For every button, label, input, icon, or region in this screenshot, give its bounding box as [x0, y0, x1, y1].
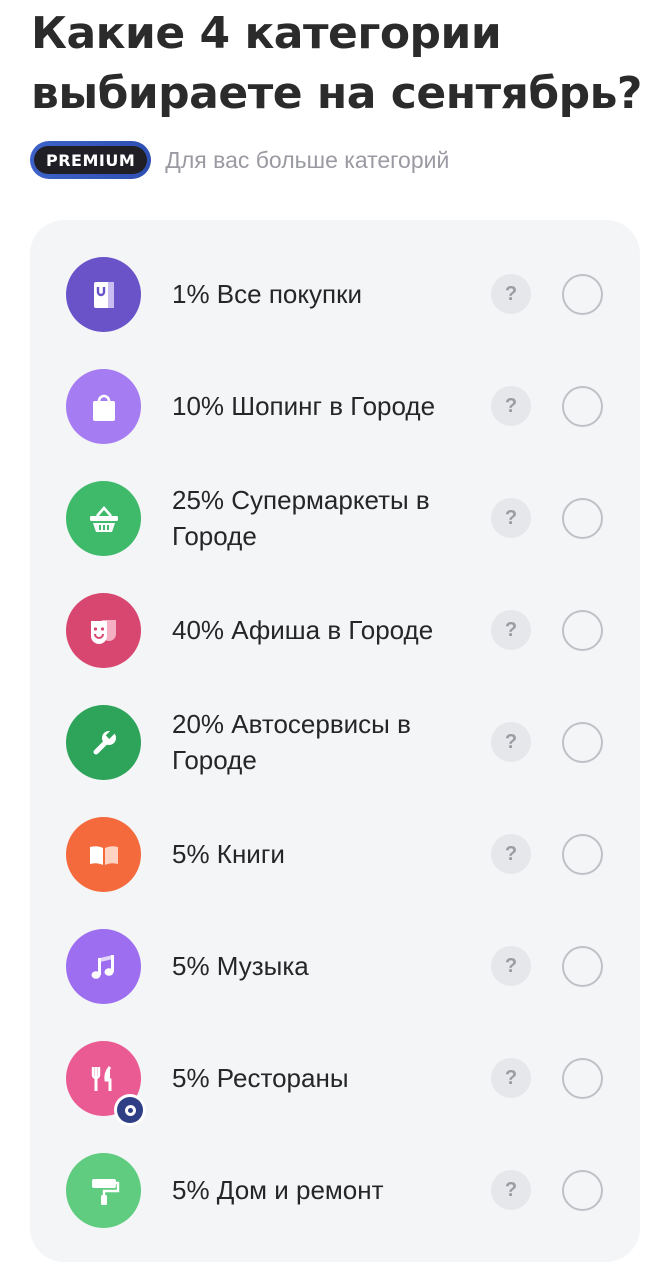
select-radio[interactable] [562, 386, 603, 427]
premium-note: Для вас больше категорий [165, 146, 450, 173]
help-button[interactable]: ? [491, 274, 531, 314]
select-radio[interactable] [562, 1058, 603, 1099]
category-label: 5% Рестораны [172, 1063, 349, 1093]
help-button[interactable]: ? [491, 386, 531, 426]
category-label: 10% Шопинг в Городе [172, 391, 436, 421]
help-button[interactable]: ? [491, 946, 531, 986]
record-badge-icon [114, 1094, 146, 1126]
select-radio[interactable] [562, 722, 603, 763]
paint-roller-icon [66, 1153, 141, 1228]
category-selection-screen: Какие 4 категории выбираете на сентябрь?… [0, 0, 670, 1280]
category-label: 20% Автосервисы в Городе [172, 709, 411, 775]
category-row-music[interactable]: 5% Музыка ? [30, 910, 640, 1022]
category-row-auto-service[interactable]: 20% Автосервисы в Городе ? [30, 686, 640, 798]
select-radio[interactable] [562, 946, 603, 987]
select-radio[interactable] [562, 1170, 603, 1211]
select-radio[interactable] [562, 274, 603, 315]
category-label: 40% Афиша в Городе [172, 615, 434, 645]
category-label: 5% Книги [172, 839, 285, 869]
category-row-all-purchases[interactable]: 1% Все покупки ? [30, 238, 640, 350]
music-note-icon [66, 929, 141, 1004]
category-row-restaurants[interactable]: 5% Рестораны ? [30, 1022, 640, 1134]
category-label: 5% Дом и ремонт [172, 1175, 384, 1205]
help-button[interactable]: ? [491, 610, 531, 650]
category-row-afisha[interactable]: 40% Афиша в Городе ? [30, 574, 640, 686]
page-title: Какие 4 категории выбираете на сентябрь? [31, 8, 642, 119]
category-label: 1% Все покупки [172, 279, 363, 309]
category-row-shopping[interactable]: 10% Шопинг в Городе ? [30, 350, 640, 462]
help-button[interactable]: ? [491, 498, 531, 538]
category-row-books[interactable]: 5% Книги ? [30, 798, 640, 910]
select-radio[interactable] [562, 498, 603, 539]
basket-icon [66, 481, 141, 556]
category-row-home-repair[interactable]: 5% Дом и ремонт ? [30, 1134, 640, 1246]
select-radio[interactable] [562, 834, 603, 875]
help-button[interactable]: ? [491, 1170, 531, 1210]
wrench-icon [66, 705, 141, 780]
category-label: 5% Музыка [172, 951, 309, 981]
premium-badge[interactable]: PREMIUM [30, 141, 152, 179]
open-book-icon [66, 817, 141, 892]
category-label: 25% Супермаркеты в Городе [172, 485, 430, 551]
help-button[interactable]: ? [491, 722, 531, 762]
help-button[interactable]: ? [491, 834, 531, 874]
premium-badge-label: PREMIUM [34, 146, 148, 174]
premium-row: PREMIUM Для вас больше категорий [30, 141, 449, 179]
select-radio[interactable] [562, 610, 603, 651]
theater-masks-icon [66, 593, 141, 668]
paper-bag-icon [66, 369, 141, 444]
category-list: 1% Все покупки ? 10% Шопинг в Городе ? 2… [30, 220, 640, 1262]
help-button[interactable]: ? [491, 1058, 531, 1098]
category-row-supermarkets[interactable]: 25% Супермаркеты в Городе ? [30, 462, 640, 574]
shopping-bag-icon [66, 257, 141, 332]
